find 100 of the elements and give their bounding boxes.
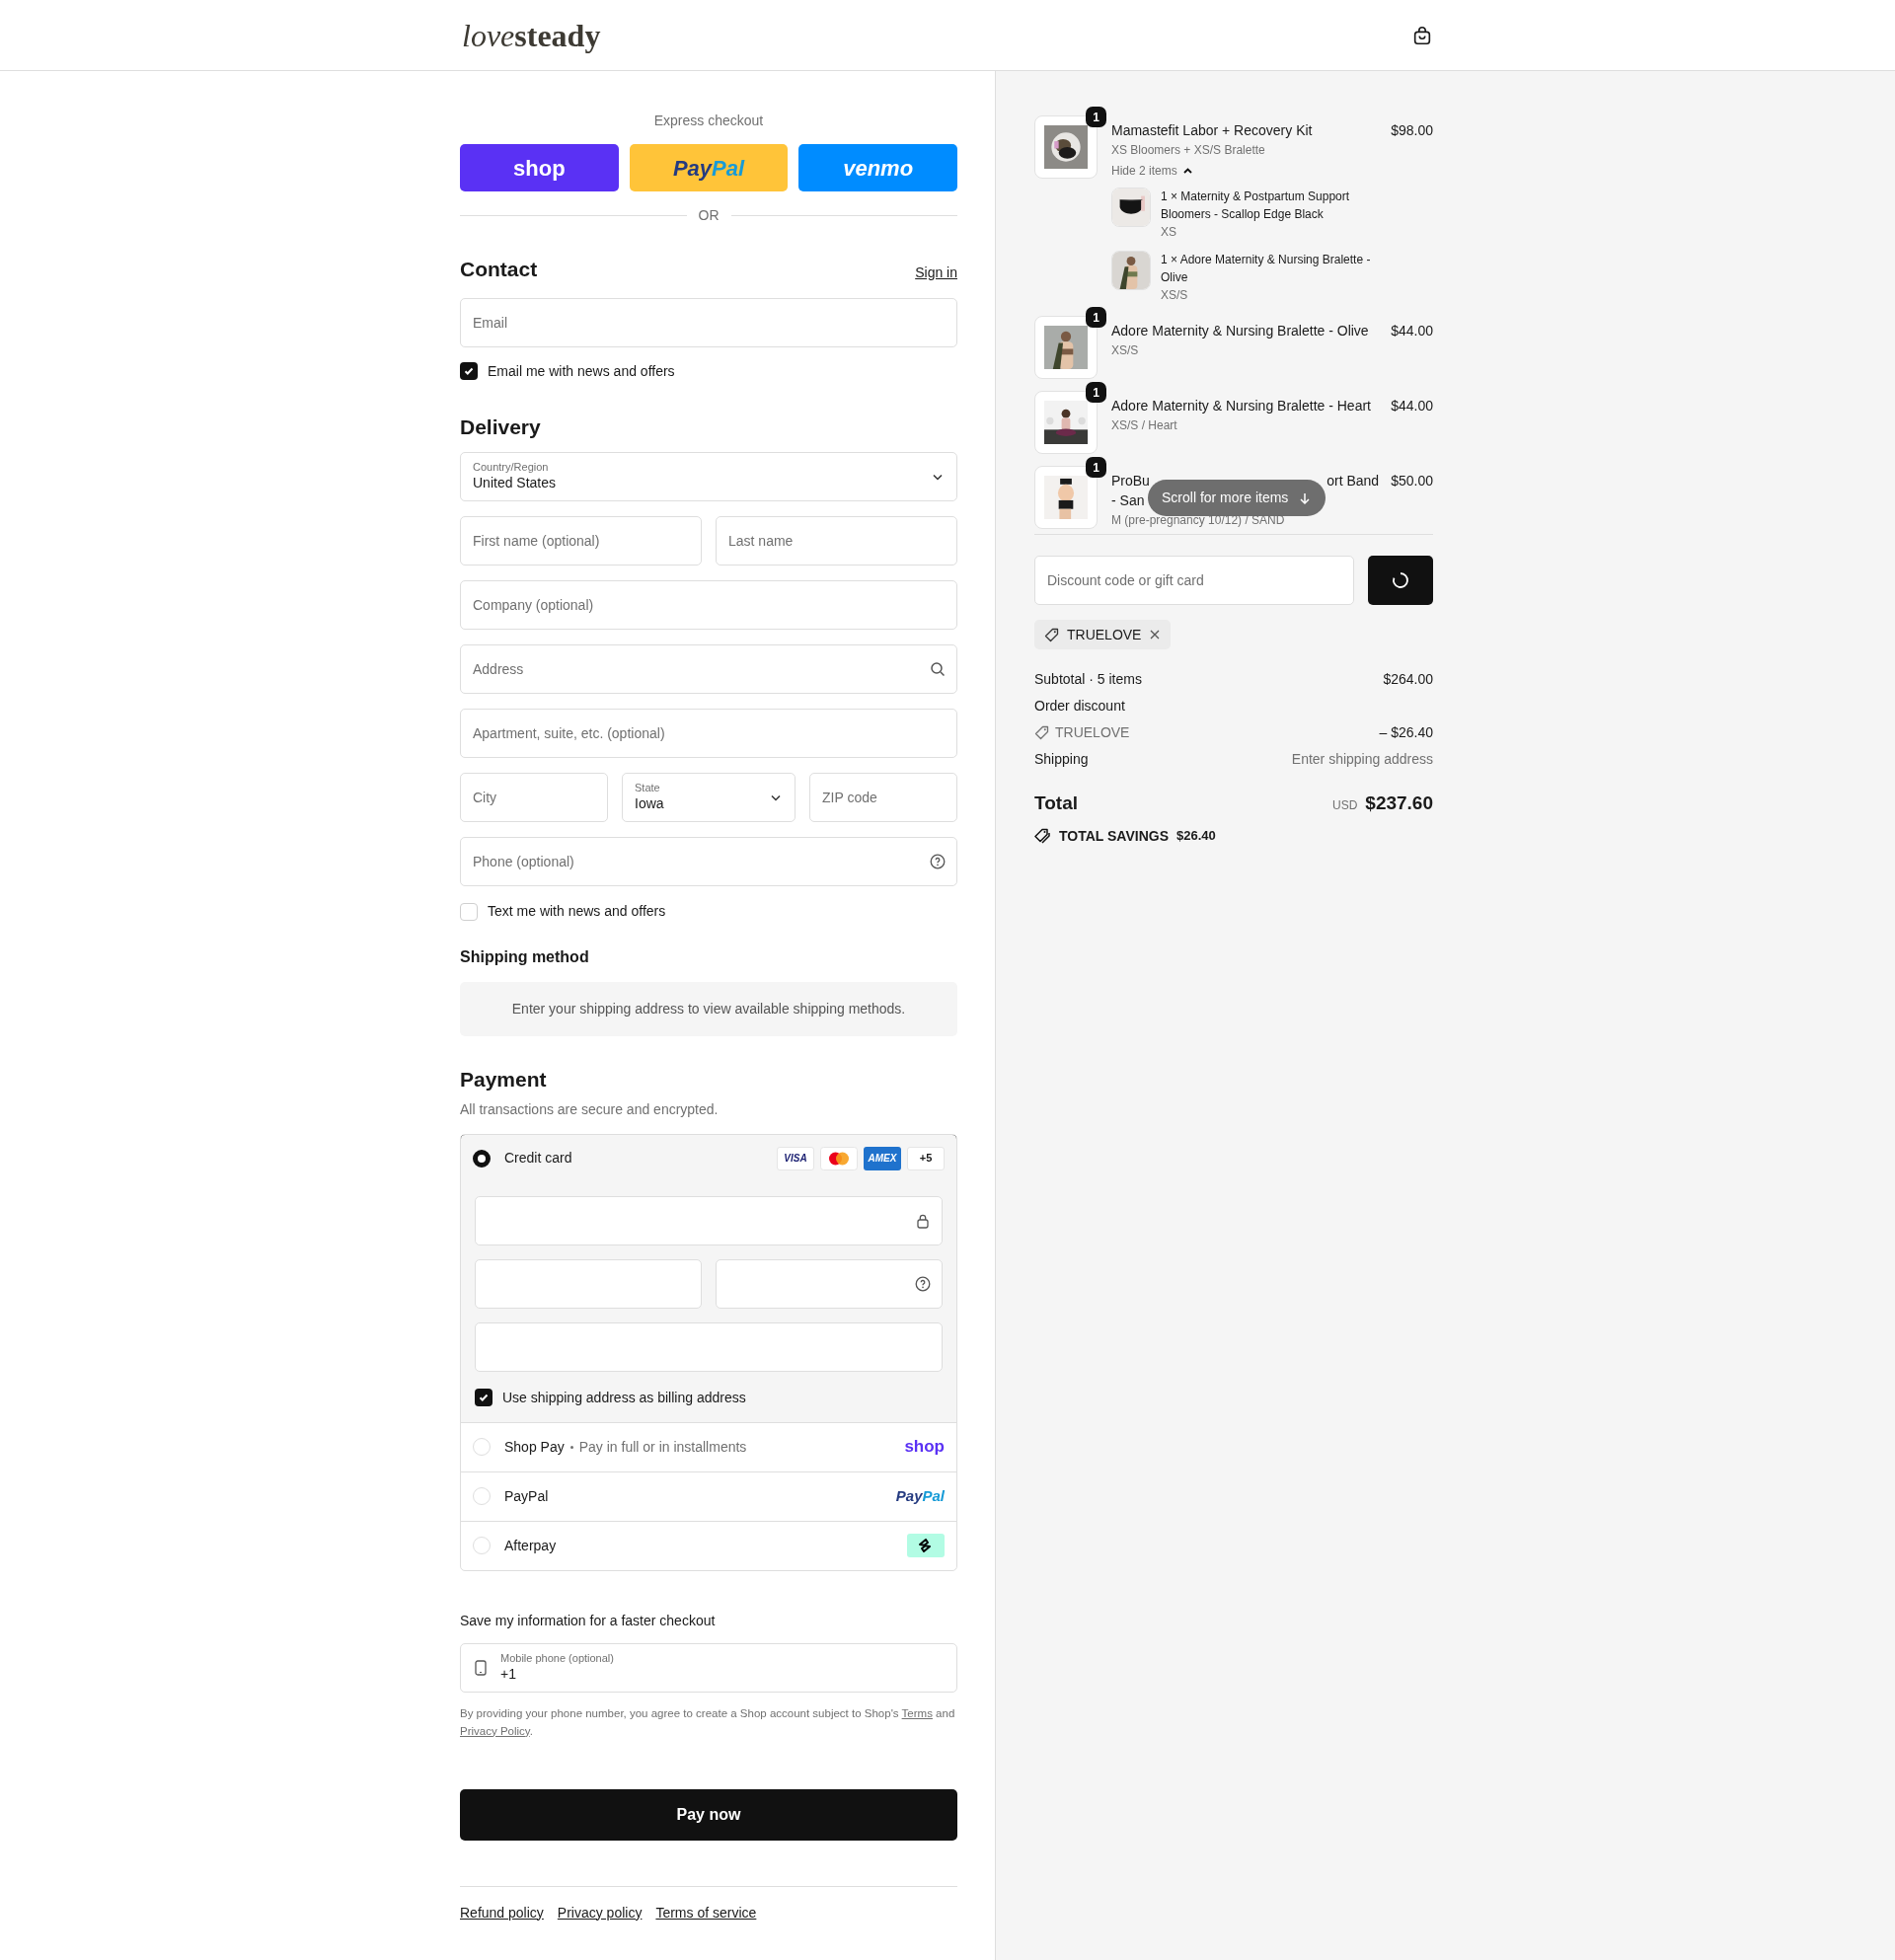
shop-pay-logo: shop bbox=[904, 1436, 945, 1459]
section-heading: Shipping method bbox=[460, 947, 590, 967]
summary-label: Order discount bbox=[1034, 697, 1125, 716]
payment-option[interactable]: Credit card VISA AMEX +5 bbox=[461, 1134, 956, 1183]
spinner-icon bbox=[1392, 571, 1409, 589]
checkbox[interactable] bbox=[460, 362, 478, 380]
card-brand-badge: AMEX bbox=[864, 1146, 901, 1170]
select-field[interactable]: State Iowa bbox=[622, 773, 796, 822]
divider-label: OR bbox=[698, 206, 720, 225]
summary-value: $264.00 bbox=[1383, 670, 1433, 689]
help-icon[interactable] bbox=[915, 1275, 931, 1292]
search-icon[interactable] bbox=[930, 661, 946, 677]
total-value: $237.60 bbox=[1365, 792, 1433, 815]
card-brand-badge: VISA bbox=[777, 1146, 814, 1170]
section-label: Express checkout bbox=[652, 112, 765, 130]
savings-label: TOTAL SAVINGS bbox=[1059, 826, 1169, 846]
afterpay-logo-icon bbox=[907, 1534, 945, 1557]
input-field[interactable]: Address bbox=[460, 644, 957, 694]
input-field[interactable]: First name (optional) bbox=[460, 516, 702, 565]
lock-icon bbox=[915, 1212, 931, 1229]
checkbox-label: Email me with news and offers bbox=[488, 361, 675, 381]
input-field[interactable]: Email bbox=[460, 297, 957, 347]
input-field[interactable]: City bbox=[460, 773, 608, 822]
option-label: Credit card bbox=[504, 1149, 572, 1168]
tag-icon bbox=[1034, 725, 1049, 740]
store-logo[interactable]: lovesteady bbox=[462, 19, 601, 51]
price: $44.00 bbox=[1391, 322, 1433, 340]
variant-text: XS/S bbox=[1161, 287, 1189, 304]
price: $50.00 bbox=[1391, 472, 1433, 490]
sign-in-link[interactable]: Sign in bbox=[915, 262, 957, 283]
toggle-items-link[interactable]: Hide 2 items bbox=[1111, 162, 1193, 180]
input-field[interactable]: ZIP code bbox=[809, 773, 957, 822]
tag-label: TRUELOVE bbox=[1067, 625, 1142, 644]
summary-label: Subtotal · 5 items bbox=[1034, 670, 1142, 689]
paypal-button[interactable]: PayPal bbox=[629, 144, 789, 191]
option-label: Afterpay bbox=[504, 1536, 557, 1555]
checkbox-label: Text me with news and offers bbox=[488, 902, 666, 921]
mastercard-icon bbox=[820, 1146, 858, 1170]
option-label: Shop Pay bbox=[504, 1437, 565, 1457]
link[interactable]: Terms bbox=[901, 1706, 933, 1719]
bundle-item-title: 1 × Maternity & Postpartum Support Bloomers - Scallop Edge Black bbox=[1161, 188, 1351, 223]
input-field[interactable]: Last name bbox=[716, 516, 957, 565]
checkbox[interactable] bbox=[475, 1389, 493, 1406]
mobile-phone-icon bbox=[475, 1659, 487, 1676]
tags-icon bbox=[1034, 827, 1051, 845]
option-note: Pay in full or in installments bbox=[578, 1437, 747, 1457]
option-label: PayPal bbox=[504, 1486, 549, 1506]
quantity-badge: 1 bbox=[1086, 107, 1106, 127]
section-heading: Save my information for a faster checkout bbox=[460, 1611, 717, 1630]
checkbox[interactable] bbox=[460, 902, 478, 921]
shop-pay-button[interactable]: shop bbox=[460, 144, 619, 191]
section-heading: Delivery bbox=[460, 414, 542, 440]
savings-value: $26.40 bbox=[1176, 827, 1216, 846]
tag-icon bbox=[1044, 627, 1059, 642]
shopping-bag-icon[interactable] bbox=[1411, 24, 1433, 46]
link[interactable]: Privacy Policy bbox=[460, 1724, 530, 1737]
input-field[interactable]: Company (optional) bbox=[460, 580, 957, 630]
section-heading: Contact bbox=[460, 257, 538, 282]
payment-option[interactable]: PayPal PayPal bbox=[461, 1470, 956, 1521]
summary-label: TRUELOVE bbox=[1055, 723, 1130, 742]
quantity-badge: 1 bbox=[1086, 307, 1106, 328]
paypal-logo: PayPal bbox=[895, 1485, 945, 1506]
product-title: Mamastefit Labor + Recovery Kit bbox=[1111, 121, 1314, 140]
footer-link[interactable]: Refund policy bbox=[460, 1902, 544, 1923]
product-title: Adore Maternity & Nursing Bralette - Olive bbox=[1111, 322, 1370, 340]
input-field[interactable]: Discount code or gift card bbox=[1034, 556, 1354, 605]
input-field[interactable]: Phone (optional) bbox=[460, 837, 957, 886]
info-message: Enter your shipping address to view available shipping methods. bbox=[460, 982, 957, 1036]
summary-value: – $26.40 bbox=[1379, 723, 1433, 742]
input-field[interactable]: Apartment, suite, etc. (optional) bbox=[460, 709, 957, 758]
quantity-badge: 1 bbox=[1086, 457, 1106, 478]
input-field[interactable] bbox=[475, 1195, 943, 1245]
select-field[interactable]: Country/Region United States bbox=[460, 452, 957, 501]
variant-text: XS bbox=[1161, 224, 1177, 241]
variant-text: XS/S bbox=[1111, 342, 1139, 359]
legal-text: By providing your phone number, you agree to create a Shop account subject to Shop's Terms and Privacy Policy. bbox=[460, 1705, 956, 1739]
input-field[interactable] bbox=[716, 1258, 943, 1309]
payment-option[interactable]: Shop Pay Pay in full or in installments shop bbox=[461, 1421, 956, 1471]
scroll-hint-button[interactable]: Scroll for more items bbox=[1148, 480, 1326, 516]
price: $98.00 bbox=[1391, 121, 1433, 140]
currency-label: USD bbox=[1331, 797, 1358, 814]
input-field[interactable] bbox=[475, 1321, 943, 1372]
input-field[interactable] bbox=[475, 1258, 702, 1309]
product-title: - San bbox=[1111, 491, 1145, 510]
checkmark-icon bbox=[463, 365, 475, 377]
pay-now-button[interactable]: Pay now bbox=[460, 1788, 957, 1841]
bundle-item-title: 1 × Adore Maternity & Nursing Bralette - Olive bbox=[1161, 252, 1372, 286]
apply-button[interactable] bbox=[1368, 556, 1433, 605]
payment-option[interactable]: Afterpay bbox=[461, 1520, 956, 1570]
summary-value: Enter shipping address bbox=[1291, 750, 1433, 769]
close-icon[interactable] bbox=[1149, 629, 1162, 641]
footer-link[interactable]: Privacy policy bbox=[557, 1902, 643, 1923]
help-icon[interactable] bbox=[930, 854, 946, 869]
checkbox-label: Use shipping address as billing address bbox=[502, 1388, 746, 1407]
radio-button[interactable] bbox=[473, 1149, 491, 1168]
footer-link[interactable]: Terms of service bbox=[655, 1902, 757, 1923]
product-title: ProBu bbox=[1111, 472, 1150, 490]
phone-input-field[interactable]: Mobile phone (optional) +1 bbox=[460, 1642, 957, 1693]
more-cards-badge: +5 bbox=[907, 1146, 945, 1170]
section-heading: Payment bbox=[460, 1067, 548, 1093]
